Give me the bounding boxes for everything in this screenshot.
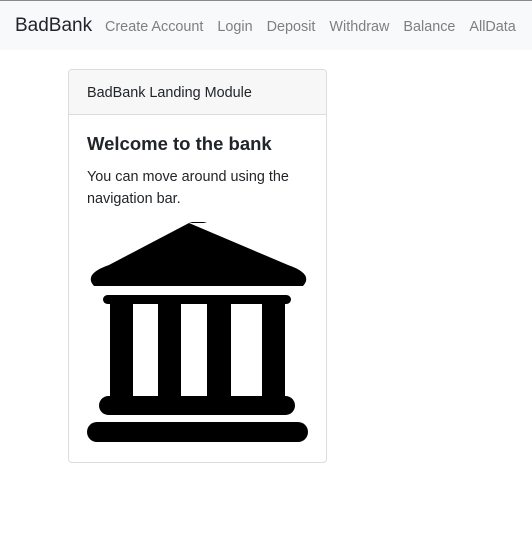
navbar-brand[interactable]: BadBank bbox=[15, 15, 92, 37]
navbar: BadBank Create Account Login Deposit Wit… bbox=[0, 1, 532, 50]
card-text: You can move around using the navigation… bbox=[87, 169, 289, 207]
landing-card: BadBank Landing Module Welcome to the ba… bbox=[68, 69, 327, 463]
card-title: Welcome to the bank bbox=[87, 133, 272, 154]
bank-column bbox=[207, 302, 231, 402]
nav-link-deposit[interactable]: Deposit bbox=[267, 18, 316, 36]
nav-link-login[interactable]: Login bbox=[217, 18, 252, 36]
bank-base-upper bbox=[99, 396, 295, 415]
card-header-text: BadBank Landing Module bbox=[87, 85, 252, 101]
card-header: BadBank Landing Module bbox=[69, 70, 326, 115]
bank-building-icon bbox=[87, 222, 308, 442]
bank-column bbox=[262, 302, 285, 402]
nav-link-balance[interactable]: Balance bbox=[403, 18, 455, 36]
bank-base-lower bbox=[87, 422, 308, 442]
nav-link-alldata[interactable]: AllData bbox=[469, 18, 515, 36]
bank-column bbox=[110, 302, 133, 402]
nav-link-create-account[interactable]: Create Account bbox=[105, 18, 203, 36]
nav-links: Create Account Login Deposit Withdraw Ba… bbox=[105, 18, 516, 36]
bank-column bbox=[158, 302, 181, 402]
bank-roof bbox=[90, 222, 307, 286]
nav-link-withdraw[interactable]: Withdraw bbox=[329, 18, 389, 36]
